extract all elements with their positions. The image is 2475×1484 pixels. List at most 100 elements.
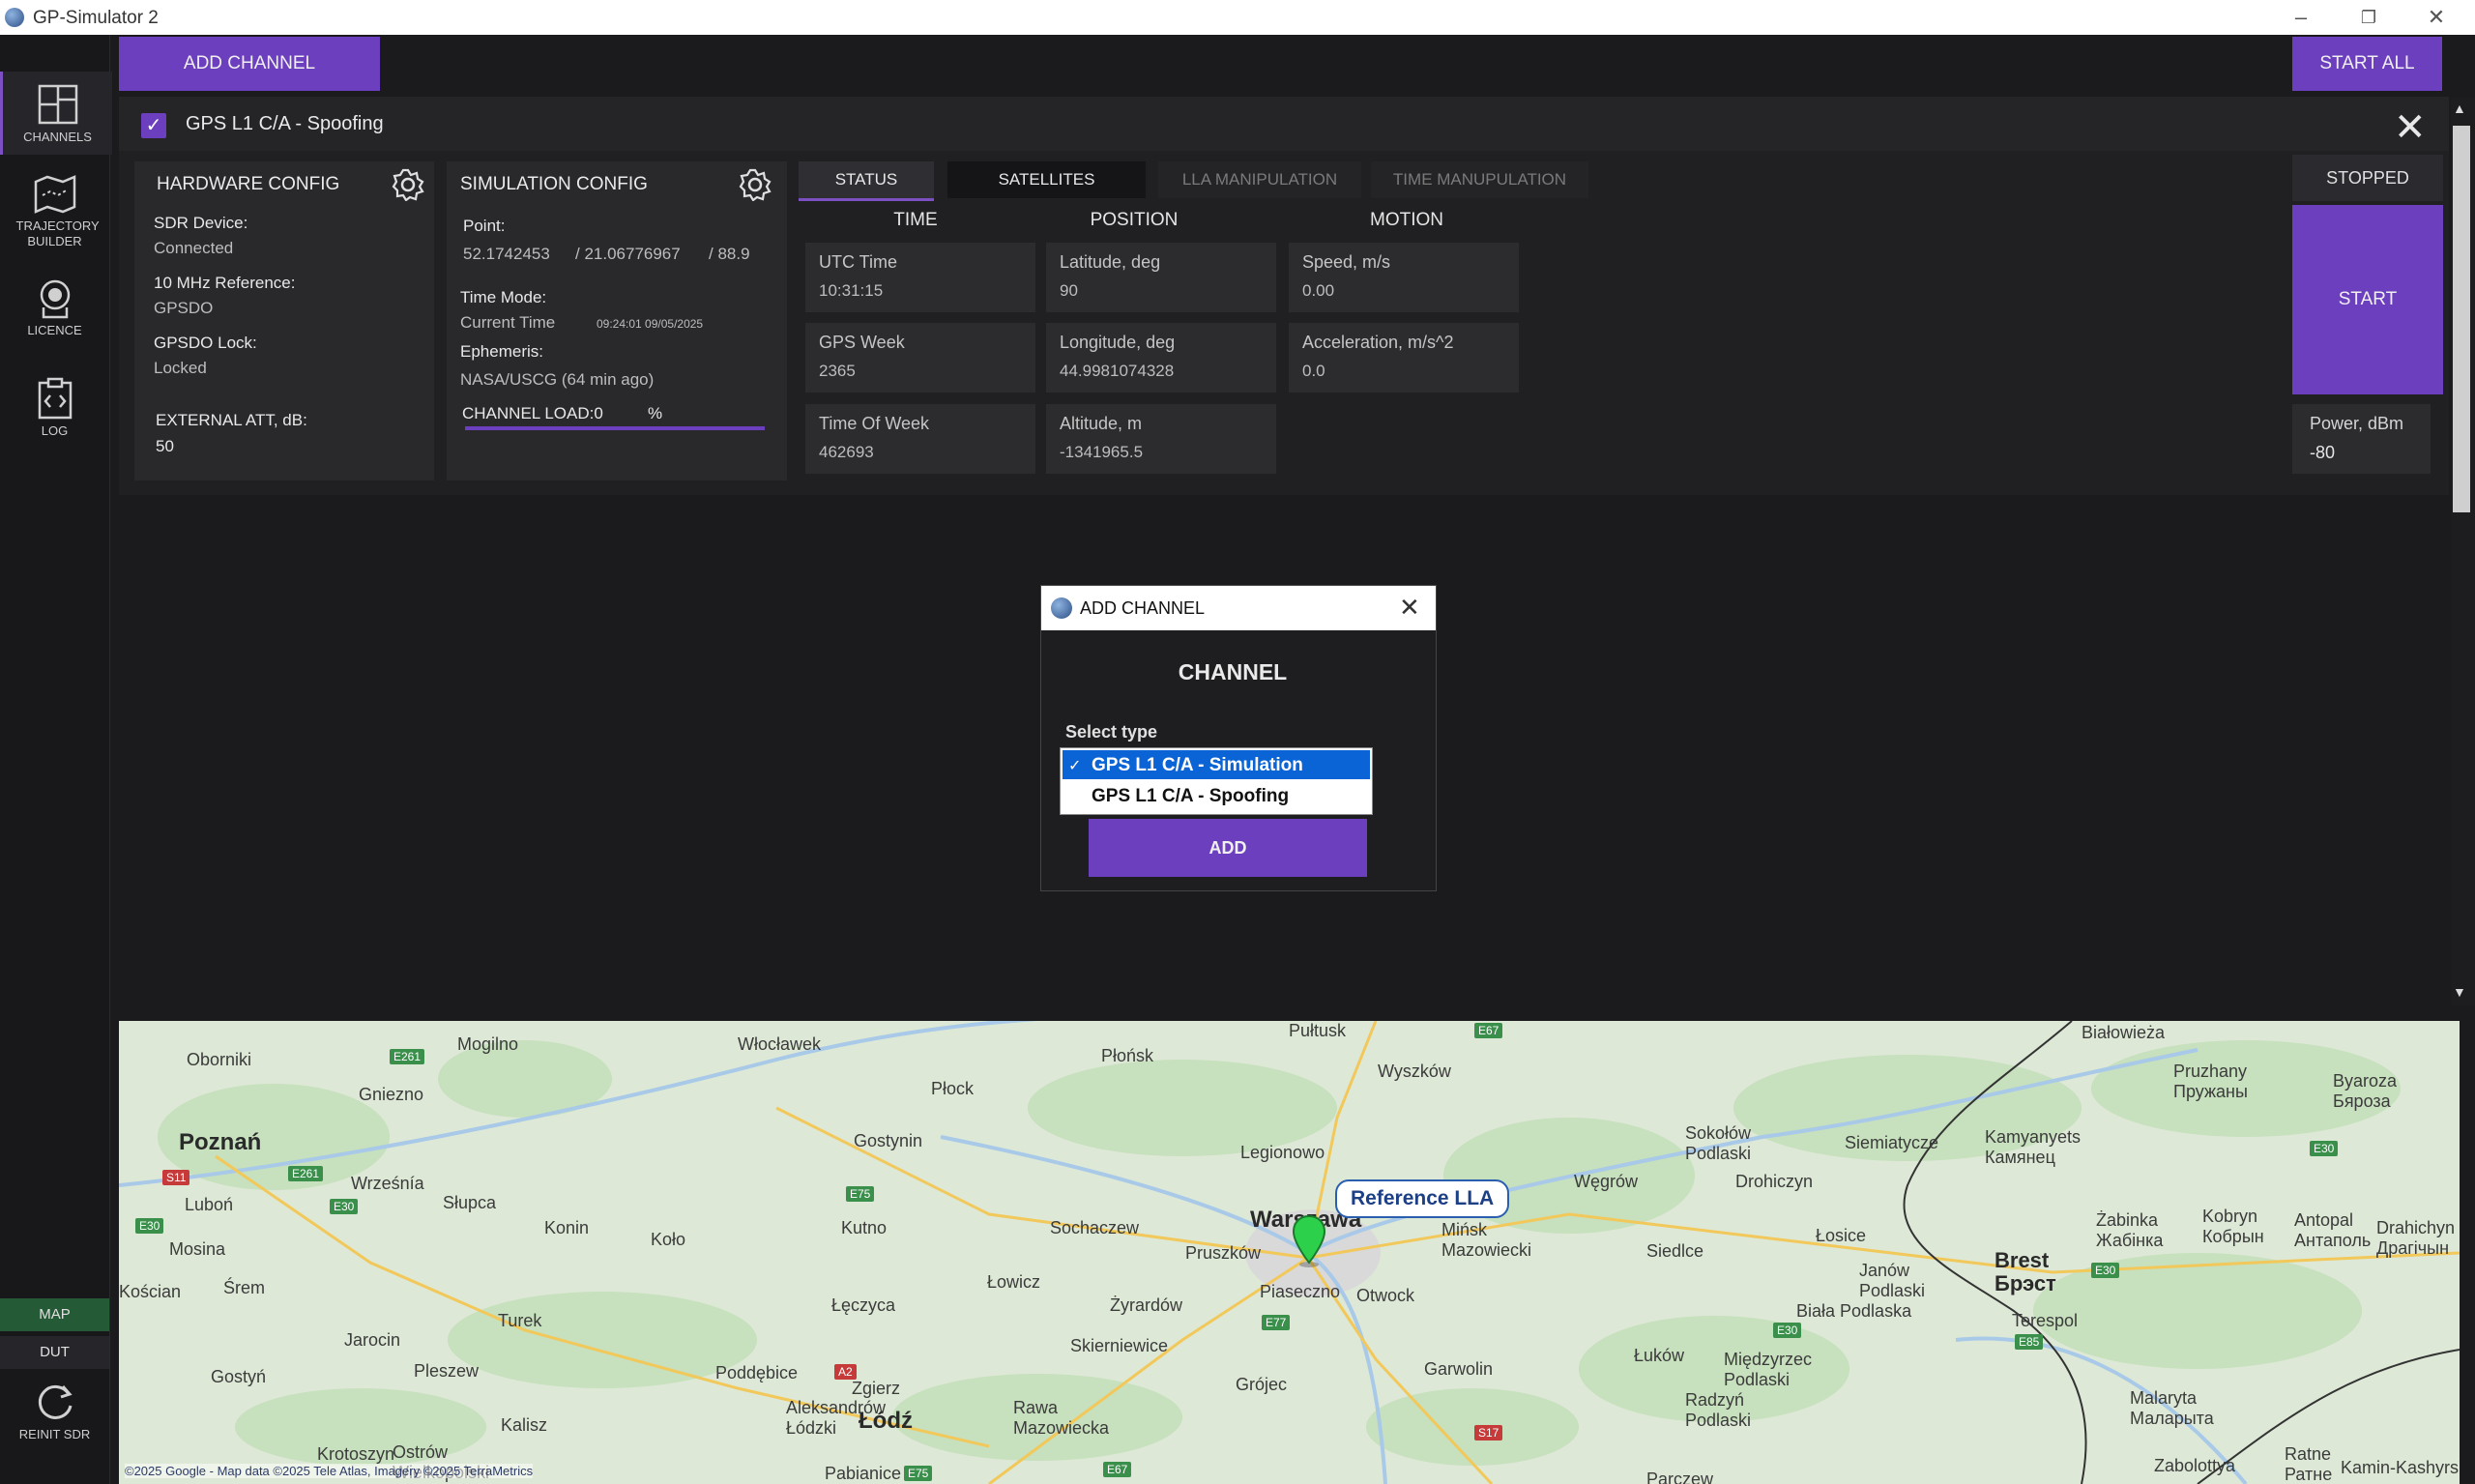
hardware-config-card: HARDWARE CONFIG SDR Device: Connected 10… xyxy=(134,161,434,480)
channel-load-label: CHANNEL LOAD:0 xyxy=(462,404,603,422)
time-of-week-field: Time Of Week 462693 xyxy=(805,404,1035,474)
ephemeris-label: Ephemeris: xyxy=(460,342,543,361)
map-view[interactable]: Poznań Warszawa Łódź Brest Брэст Obornik… xyxy=(119,1021,2460,1484)
start-all-button[interactable]: START ALL xyxy=(2292,37,2442,91)
map-place: Radzyń Podlaski xyxy=(1685,1390,1752,1430)
option-simulation[interactable]: ✓ GPS L1 C/A - Simulation xyxy=(1063,750,1370,779)
gear-icon[interactable] xyxy=(392,168,424,201)
map-place: Turek xyxy=(498,1311,542,1330)
simulation-config-title: SIMULATION CONFIG xyxy=(460,174,648,194)
channel-type-dropdown[interactable]: ✓ GPS L1 C/A - Simulation GPS L1 C/A - S… xyxy=(1060,747,1373,815)
channel-load-unit: % xyxy=(648,404,663,422)
external-att-label: EXTERNAL ATT, dB: xyxy=(156,411,307,429)
point-label: Point: xyxy=(463,217,506,235)
map-place: Garwolin xyxy=(1424,1359,1494,1379)
map-place: Rawa Mazowiecka xyxy=(1013,1398,1110,1438)
tab-time-manipulation[interactable]: TIME MANUPULATION xyxy=(1371,161,1588,198)
altitude-field: Altitude, m -1341965.5 xyxy=(1046,404,1276,474)
restore-icon[interactable]: ❐ xyxy=(2335,0,2402,35)
column-position: POSITION xyxy=(1090,210,1179,230)
sdr-device-label: SDR Device: xyxy=(154,214,248,232)
power-field[interactable]: Power, dBm -80 xyxy=(2292,404,2431,474)
map-place: Sochaczew xyxy=(1050,1218,1140,1237)
close-dialog-icon[interactable]: ✕ xyxy=(1399,593,1420,623)
sdr-device-value: Connected xyxy=(154,239,234,257)
minimize-icon[interactable]: – xyxy=(2267,0,2335,35)
point-latitude: 52.1742453 xyxy=(463,245,550,263)
time-mode-value: Current Time xyxy=(460,313,556,332)
gps-week-value: 2365 xyxy=(819,362,856,380)
map-place: Mińsk Mazowiecki xyxy=(1441,1220,1532,1260)
map-place: Zabolottya xyxy=(2154,1456,2236,1475)
start-channel-button[interactable]: START xyxy=(2292,205,2443,394)
nav-item-channels[interactable]: CHANNELS xyxy=(0,72,112,155)
map-terrain xyxy=(119,1021,2460,1484)
map-toggle-button[interactable]: MAP xyxy=(0,1298,109,1331)
map-place: Włocławek xyxy=(738,1034,822,1054)
log-code-icon xyxy=(38,377,72,420)
map-place: Pleszew xyxy=(414,1361,480,1381)
app-icon xyxy=(5,8,24,27)
map-place: Malaryta Маларыта xyxy=(2130,1388,2214,1428)
road-shield: E30 xyxy=(1773,1323,1802,1338)
map-place: Płońsk xyxy=(1101,1046,1154,1065)
dialog-title-bar: ADD CHANNEL ✕ xyxy=(1041,586,1436,630)
map-place: Oborniki xyxy=(187,1050,252,1069)
scroll-up-icon[interactable]: ▲ xyxy=(2453,101,2466,116)
utc-time-field: UTC Time 10:31:15 xyxy=(805,243,1035,312)
map-place: Siemiatycze xyxy=(1845,1133,1939,1152)
map-place: Sokołów Podlaski xyxy=(1685,1123,1752,1163)
tab-lla-manipulation[interactable]: LLA MANIPULATION xyxy=(1158,161,1361,198)
map-place: Legionowo xyxy=(1240,1143,1325,1162)
external-att-value[interactable]: 50 xyxy=(156,437,174,456)
time-of-week-label: Time Of Week xyxy=(819,414,930,433)
map-place: Konin xyxy=(544,1218,590,1237)
tab-satellites[interactable]: SATELLITES xyxy=(947,161,1146,198)
gpsdo-lock-value: Locked xyxy=(154,359,207,377)
reference-label: 10 MHz Reference: xyxy=(154,274,296,292)
reference-marker-icon[interactable] xyxy=(1292,1214,1326,1270)
map-place-major: Poznań xyxy=(179,1129,262,1155)
map-place: Parczew xyxy=(1646,1469,1714,1484)
nav-item-licence[interactable]: LICENCE xyxy=(0,278,109,348)
dut-toggle-button[interactable]: DUT xyxy=(0,1336,109,1369)
map-place: Gostyń xyxy=(211,1367,267,1386)
close-window-icon[interactable]: ✕ xyxy=(2402,0,2470,35)
acceleration-label: Acceleration, m/s^2 xyxy=(1302,333,1454,352)
map-place: Pabianice xyxy=(825,1464,902,1483)
add-channel-button[interactable]: ADD CHANNEL xyxy=(119,37,380,91)
nav-item-trajectory-builder[interactable]: TRAJECTORY BUILDER xyxy=(0,174,109,261)
channel-enable-checkbox[interactable]: ✓ xyxy=(141,113,166,138)
add-button[interactable]: ADD xyxy=(1089,819,1367,877)
time-mode-label: Time Mode: xyxy=(460,288,547,306)
map-place: Siedlce xyxy=(1646,1241,1704,1261)
option-spoofing-label: GPS L1 C/A - Spoofing xyxy=(1092,786,1290,806)
reinit-sdr-button[interactable]: REINIT SDR xyxy=(0,1381,109,1458)
scrollbar-thumb[interactable] xyxy=(2453,126,2470,512)
option-spoofing[interactable]: GPS L1 C/A - Spoofing xyxy=(1063,781,1370,810)
channel-header xyxy=(119,97,2449,151)
dialog-heading: CHANNEL xyxy=(1178,659,1288,684)
gear-icon[interactable] xyxy=(739,168,772,201)
road-shield: A2 xyxy=(834,1364,857,1380)
channel-title: GPS L1 C/A - Spoofing xyxy=(186,113,384,134)
longitude-label: Longitude, deg xyxy=(1060,333,1176,352)
latitude-field: Latitude, deg 90 xyxy=(1046,243,1276,312)
map-place: Żabinka Жабінка xyxy=(2096,1210,2164,1250)
road-shield: S11 xyxy=(162,1170,190,1185)
map-place: Łęczyca xyxy=(831,1295,896,1315)
road-shield: E67 xyxy=(1103,1462,1132,1477)
speed-field: Speed, m/s 0.00 xyxy=(1289,243,1519,312)
nav-label-trajectory-builder: TRAJECTORY BUILDER xyxy=(15,218,100,248)
map-place: Węgrów xyxy=(1574,1172,1639,1191)
road-shield: E30 xyxy=(2310,1141,2339,1156)
utc-time-label: UTC Time xyxy=(819,252,897,272)
close-channel-icon[interactable]: ✕ xyxy=(2394,108,2427,147)
tab-status[interactable]: STATUS xyxy=(799,161,934,201)
map-place: Wrześnía xyxy=(351,1174,424,1193)
scroll-down-icon[interactable]: ▼ xyxy=(2453,984,2466,1000)
nav-item-log[interactable]: LOG xyxy=(0,377,109,447)
latitude-value: 90 xyxy=(1060,281,1078,300)
longitude-field: Longitude, deg 44.9981074328 xyxy=(1046,323,1276,393)
latitude-label: Latitude, deg xyxy=(1060,252,1161,272)
